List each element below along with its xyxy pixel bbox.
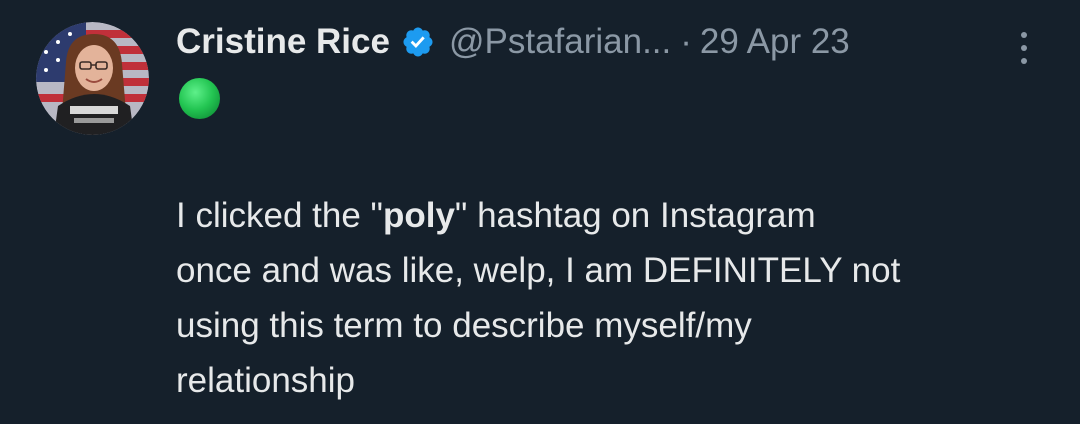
- avatar[interactable]: [36, 22, 149, 135]
- green-circle-icon: [178, 77, 221, 120]
- tweet-text-line-2: once and was like, welp, I am DEFINITELY…: [176, 251, 901, 290]
- tweet-text-line-1: I clicked the "poly" hashtag on Instagra…: [176, 196, 816, 235]
- tweet-date[interactable]: 29 Apr 23: [700, 22, 850, 62]
- bold-word: poly: [382, 196, 455, 235]
- author-handle[interactable]: @Pstafarian...: [449, 22, 671, 62]
- author-display-name[interactable]: Cristine Rice: [176, 22, 390, 62]
- avatar-image: [36, 22, 149, 135]
- tweet-text: I clicked the "poly" hashtag on Instagra…: [176, 188, 1056, 408]
- more-options-button[interactable]: [1010, 28, 1038, 68]
- tweet-text-line-4: relationship: [176, 361, 355, 400]
- header-separator: ·: [680, 22, 692, 61]
- verified-badge-icon: [401, 25, 435, 59]
- more-vertical-icon: [1021, 32, 1027, 64]
- tweet-text-line-3: using this term to describe myself/my: [176, 306, 752, 345]
- tweet-header: Cristine Rice @Pstafarian... · 29 Apr 23: [176, 18, 850, 66]
- tweet: Cristine Rice @Pstafarian... · 29 Apr 23: [0, 0, 1080, 424]
